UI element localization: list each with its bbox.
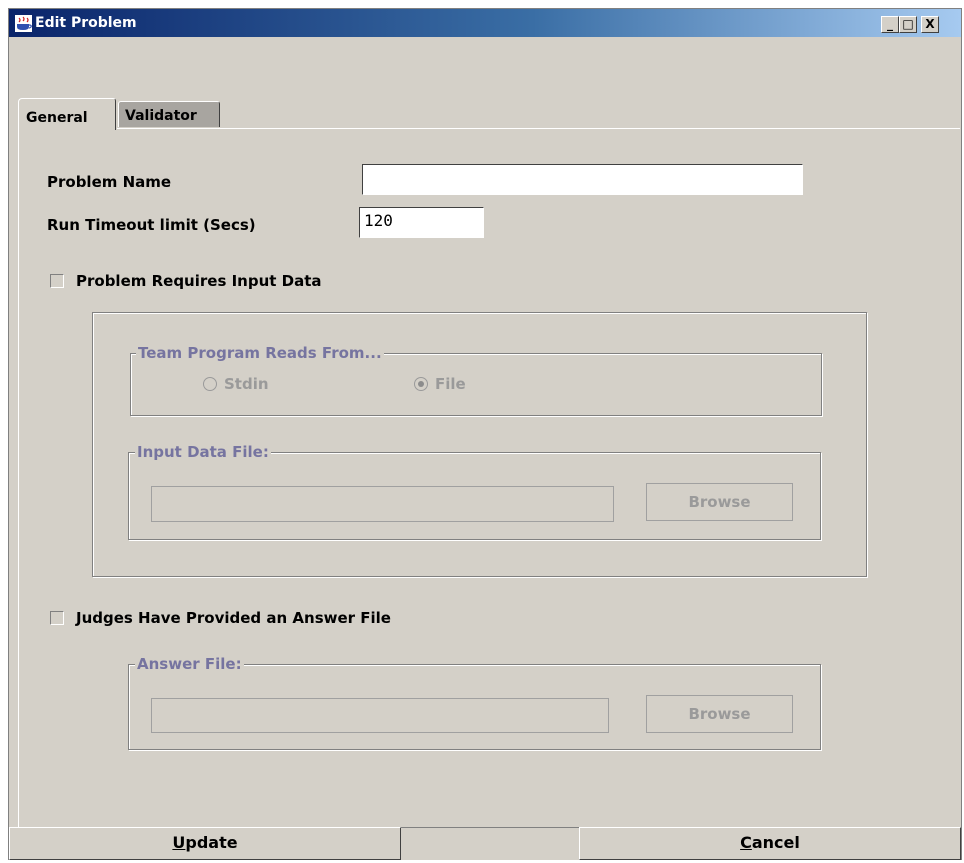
tab-general[interactable]: General xyxy=(18,98,116,130)
maximize-icon: □ xyxy=(902,17,914,31)
input-file-legend: Input Data File: xyxy=(135,443,271,461)
file-label: File xyxy=(435,375,466,393)
close-button[interactable]: X xyxy=(921,16,939,33)
file-radio[interactable] xyxy=(414,377,428,391)
reads-from-legend: Team Program Reads From... xyxy=(136,344,384,362)
stdin-label: Stdin xyxy=(224,375,269,393)
tab-panel-border xyxy=(18,129,19,829)
title-bar[interactable]: Edit Problem _ □ X xyxy=(9,9,961,37)
problem-name-input[interactable] xyxy=(362,164,803,195)
cancel-label: ancel xyxy=(751,833,800,852)
requires-input-label[interactable]: Problem Requires Input Data xyxy=(76,272,322,290)
answer-file-browse-button[interactable]: Browse xyxy=(646,695,793,733)
file-radio-dot xyxy=(418,381,424,387)
tab-general-label: General xyxy=(26,110,88,126)
cancel-button[interactable]: Cancel xyxy=(579,827,961,860)
requires-input-checkbox[interactable] xyxy=(50,274,64,288)
tab-divider xyxy=(117,128,960,129)
maximize-button[interactable]: □ xyxy=(899,16,917,33)
update-label: pdate xyxy=(185,833,238,852)
close-icon: X xyxy=(925,17,935,31)
cancel-mnemonic: C xyxy=(740,833,752,852)
answer-file-legend: Answer File: xyxy=(135,655,244,673)
edit-problem-window: Edit Problem _ □ X General Validator Pro… xyxy=(8,8,962,860)
update-mnemonic: U xyxy=(172,833,186,852)
tab-validator[interactable]: Validator xyxy=(118,101,220,127)
button-spacer xyxy=(401,827,579,860)
minimize-icon: _ xyxy=(887,17,893,31)
answer-file-field[interactable] xyxy=(151,698,609,733)
stdin-radio[interactable] xyxy=(203,377,217,391)
minimize-button[interactable]: _ xyxy=(881,16,899,33)
answer-file-checkbox[interactable] xyxy=(50,611,64,625)
java-cup-icon xyxy=(15,15,32,32)
input-file-field[interactable] xyxy=(151,486,614,522)
timeout-label: Run Timeout limit (Secs) xyxy=(47,216,256,234)
timeout-input[interactable]: 120 xyxy=(359,207,484,238)
input-file-browse-button[interactable]: Browse xyxy=(646,483,793,521)
window-title: Edit Problem xyxy=(35,15,137,31)
answer-file-checkbox-label[interactable]: Judges Have Provided an Answer File xyxy=(76,609,391,627)
tab-validator-label: Validator xyxy=(125,108,197,124)
update-button[interactable]: Update xyxy=(9,827,401,860)
problem-name-label: Problem Name xyxy=(47,173,172,191)
